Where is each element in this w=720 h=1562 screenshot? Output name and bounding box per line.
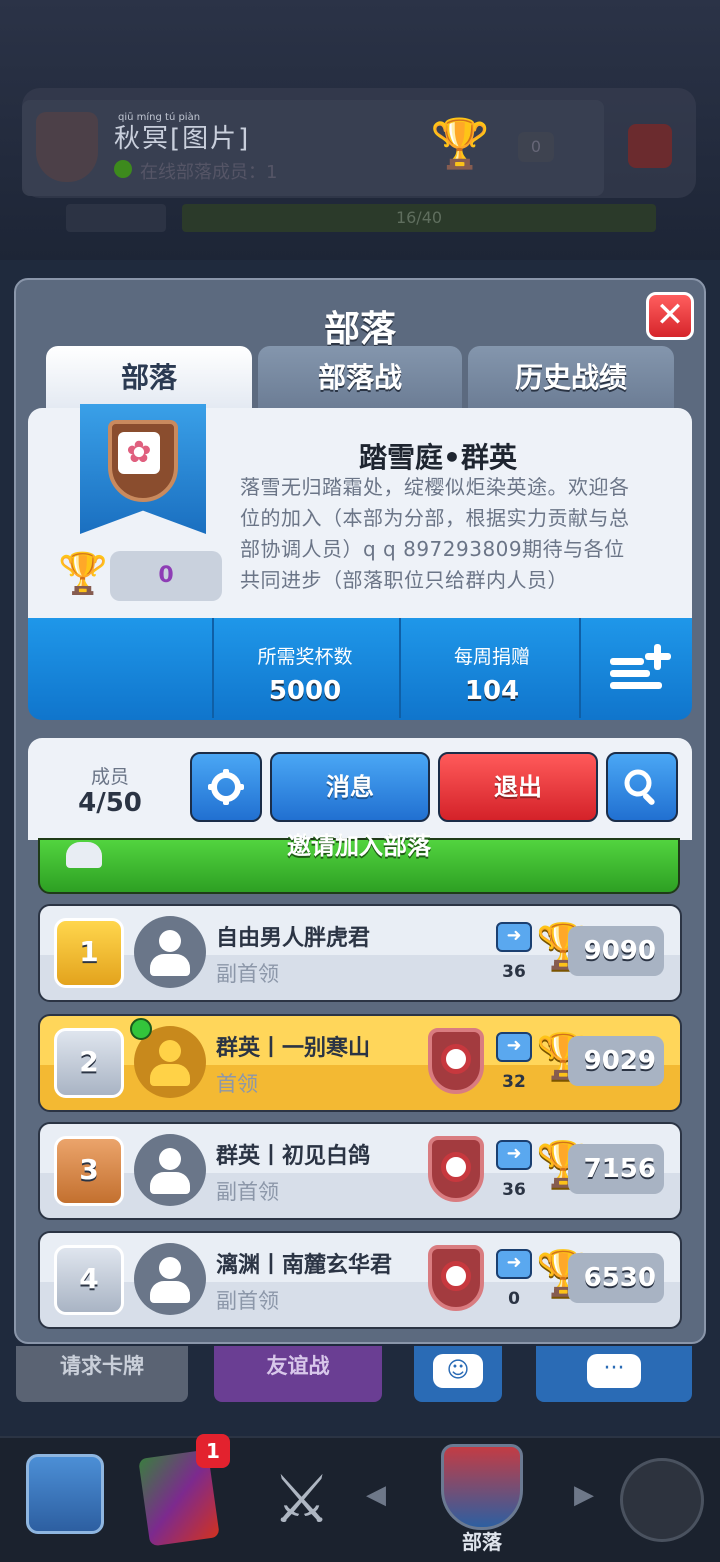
progress-text: 16/40 — [395, 208, 443, 227]
member-role: 首领 — [216, 1072, 258, 1096]
background-close-icon — [628, 124, 672, 168]
laurel-sword-icon — [620, 1458, 704, 1542]
online-status-icon — [130, 1018, 152, 1040]
member-name: 漓渊丨南麓玄华君 — [216, 1253, 393, 1278]
clan-war-badge-icon — [428, 1028, 484, 1094]
required-trophies-label: 所需奖杯数 — [257, 646, 353, 668]
avatar-head — [159, 1257, 181, 1279]
donation-card-icon: ➜ — [496, 922, 532, 952]
nav-shop[interactable] — [10, 1440, 150, 1560]
member-role: 副首领 — [216, 1180, 279, 1204]
smiley-icon: ☺ — [433, 1354, 483, 1388]
chevron-right-icon: ▶ — [574, 1480, 594, 1510]
avatar — [134, 1134, 206, 1206]
treasure-chest-icon — [26, 1454, 104, 1534]
avatar-body — [150, 1064, 190, 1086]
member-trophies: 6530 — [568, 1253, 664, 1303]
clan-trophy-value: 0 — [110, 551, 222, 601]
donation-card-icon: ➜ — [496, 1140, 532, 1170]
avatar-head — [159, 1040, 181, 1062]
chat-icon: ··· — [587, 1354, 641, 1388]
member-role: 副首领 — [216, 962, 279, 986]
online-members-label: 在线部落成员：1 — [140, 162, 278, 183]
tab-clan[interactable]: 部落 — [46, 346, 252, 410]
online-dot-icon — [114, 160, 132, 178]
tab-clan-war[interactable]: 部落战 — [258, 346, 462, 410]
target-icon — [441, 1152, 471, 1182]
weekly-donations-value: 104 — [464, 676, 520, 706]
donation-card-icon: ➜ — [496, 1032, 532, 1062]
chat-button[interactable]: ··· — [536, 1346, 692, 1402]
player-name: 秋冥[图片] — [114, 124, 251, 154]
member-donations: 32 — [502, 1072, 526, 1092]
background-progress: 16/40 — [182, 204, 656, 232]
donation-card-icon: ➜ — [496, 1249, 532, 1279]
member-trophies: 7156 — [568, 1144, 664, 1194]
gear-icon — [208, 769, 244, 805]
member-rank-badge: 4 — [54, 1245, 124, 1315]
nav-clan-label: 部落 — [462, 1530, 502, 1554]
clan-name: 踏雪庭•群英 — [359, 441, 517, 474]
member-name: 群英丨一别寒山 — [216, 1036, 371, 1061]
cards-notification-badge: 1 — [196, 1434, 230, 1468]
member-donations: 36 — [502, 962, 526, 982]
member-rank-badge: 1 — [54, 918, 124, 988]
members-count: 4/50 — [78, 788, 142, 818]
avatar-head — [159, 1148, 181, 1170]
dialog-title: 部落 — [323, 309, 396, 350]
member-donations: 36 — [502, 1180, 526, 1200]
search-button[interactable] — [606, 752, 678, 822]
invite-label: 邀请加入部落 — [287, 832, 431, 860]
clan-trophy-icon: 🏆 — [58, 551, 108, 597]
member-rank-badge: 2 — [54, 1028, 124, 1098]
background-trophy-value: 0 — [518, 132, 554, 162]
avatar-body — [150, 954, 190, 976]
member-trophies: 9090 — [568, 926, 664, 976]
clan-war-badge-icon — [428, 1245, 484, 1311]
background-clan-bar — [22, 100, 604, 196]
required-trophies-value: 5000 — [268, 676, 342, 706]
member-name: 群英丨初见白鸽 — [216, 1144, 371, 1169]
member-rank-badge: 3 — [54, 1136, 124, 1206]
member-trophies: 9029 — [568, 1036, 664, 1086]
nav-events[interactable] — [600, 1440, 720, 1560]
request-cards-button[interactable]: 请求卡牌 — [16, 1346, 188, 1402]
player-name-ruby: qiū míng tú piàn — [118, 112, 201, 123]
search-icon — [624, 769, 655, 805]
target-icon — [441, 1261, 471, 1291]
trophy-icon: 🏆 — [430, 116, 490, 172]
member-donations: 0 — [508, 1289, 520, 1309]
weekly-donations-label: 每周捐赠 — [453, 646, 530, 668]
members-label: 成员 — [90, 766, 129, 788]
clan-description: 落雪无归踏霜处，绽樱似炬染英途。欢迎各位的加入（本部为分部，根据实力贡献与总部协… — [240, 475, 630, 592]
clan-settings-button[interactable] — [190, 752, 262, 822]
friendly-battle-button[interactable]: 友谊战 — [214, 1346, 382, 1402]
member-role: 副首领 — [216, 1289, 279, 1313]
avatar-body — [150, 1281, 190, 1303]
emote-button[interactable]: ☺ — [414, 1346, 502, 1402]
avatar-body — [150, 1172, 190, 1194]
clan-nav-badge-icon — [441, 1444, 523, 1530]
tab-war-history[interactable]: 历史战绩 — [468, 346, 674, 410]
avatar-head — [159, 930, 181, 952]
leave-clan-button[interactable]: 退出 — [438, 752, 598, 822]
avatar — [134, 916, 206, 988]
member-name: 自由男人胖虎君 — [216, 926, 371, 951]
clan-war-badge-icon — [428, 1136, 484, 1202]
background-clan-badge-icon — [36, 112, 98, 182]
target-icon — [441, 1044, 471, 1074]
clan-settings-list-icon[interactable] — [608, 640, 672, 694]
background-bar — [66, 204, 166, 232]
cherry-blossom-icon: ✿ — [118, 432, 160, 474]
close-button[interactable]: ✕ — [646, 292, 694, 340]
chevron-left-icon: ◀ — [366, 1480, 386, 1510]
message-button[interactable]: 消息 — [270, 752, 430, 822]
avatar — [134, 1243, 206, 1315]
